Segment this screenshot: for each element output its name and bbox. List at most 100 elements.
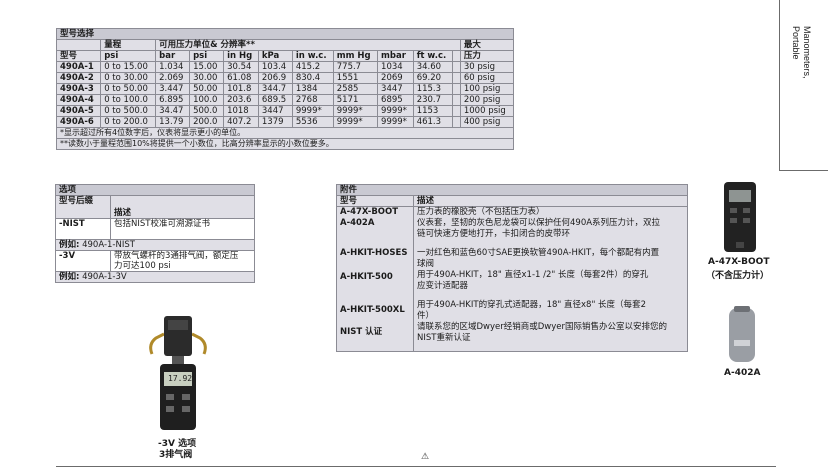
empty-cell [452,105,461,117]
option-desc-nist: 包括NIST校准可溯源证书 [110,218,255,240]
side-tab-line1: Manometers, [802,26,812,79]
case-icon [729,306,755,362]
empty-cell [452,61,461,73]
model-cell: 490A-3 [55,83,102,95]
side-tab-label: Manometers, Portable [790,26,812,79]
boot-image [722,180,758,254]
acc-col-desc: 描述 [413,195,688,207]
value-cell: 400 psig [459,116,515,128]
max-head-1: 最大 [459,39,515,51]
acc-code: NIST 认证 [340,327,383,337]
option-desc-3v-line2: 力可达100 psi [114,261,171,271]
accessories-table-wrapper: 附件 型号 描述 A-47X-BOOT A-402A A-HKIT-HOSES … [336,184,688,352]
value-cell: 50.00 [189,83,225,95]
unit-head: kPa [257,50,293,62]
value-cell: 203.6 [223,94,259,106]
value-cell: 30.00 [189,72,225,84]
range-row: 490A-5 0 to 500.0 34.47 500.0 1018 3447 9999* 9… [55,105,515,117]
units-head: 可用压力单位& 分辨率** [155,39,453,51]
acc-desc-line: 应变计适配器 [417,281,469,291]
model-cell: 490A-5 [55,105,102,117]
model-head: 型号 [55,50,102,62]
range-row: 490A-4 0 to 100.0 6.895 100.0 203.6 689.5 2768… [55,94,515,106]
range-table-wrapper: 型号选择 量程 可用压力单位& 分辨率** 最大 型号 psi bar psi … [55,28,515,150]
boot-icon [724,182,756,252]
value-cell: 6895 [377,94,414,106]
value-cell: 2.069 [155,72,191,84]
valve-caption-2: 3排气阀 [159,450,193,460]
value-cell: 5536 [291,116,334,128]
warning-icon: ⚠ [421,452,430,462]
unit-head: mbar [377,50,414,62]
boot-caption-1: A-47X-BOOT [708,257,770,267]
value-cell: 200 psig [459,94,515,106]
value-cell: 101.8 [223,83,259,95]
value-cell: 69.20 [412,72,454,84]
acc-desc-line: 请联系您的区域Dwyer经销商或Dwyer国际销售办公室以安排您的 [417,322,668,332]
accessories-title: 附件 [336,184,688,196]
max-head-2: 压力 [459,50,515,62]
value-cell: 1153 [412,105,454,117]
example-value: 490A-1-3V [82,272,127,282]
acc-code: A-HKIT-500 [340,272,393,282]
value-cell: 30.54 [223,61,259,73]
empty-cell [452,83,461,95]
unit-head: psi [189,50,225,62]
value-cell: 1018 [223,105,259,117]
value-cell: 344.7 [257,83,293,95]
unit-head: bar [155,50,191,62]
manometer-valve-icon [149,316,207,430]
value-cell: 1379 [257,116,293,128]
range-table: 型号选择 量程 可用压力单位& 分辨率** 最大 型号 psi bar psi … [55,28,515,150]
value-cell: 3.447 [155,83,191,95]
value-cell: 9999* [377,116,414,128]
value-cell: 9999* [291,105,334,117]
display-reading: 17.92 [168,374,193,383]
value-cell: 103.4 [257,61,293,73]
value-cell: 15.00 [189,61,225,73]
value-cell: 0 to 50.00 [100,83,157,95]
value-cell: 3447 [257,105,293,117]
empty-cell [452,94,461,106]
range-row: 490A-6 0 to 200.0 13.79 200.0 407.2 1379 5536 9… [55,116,515,128]
acc-desc-line: 用于490A-HKIT，18" 直径x1-1 /2" 长度（每套2件）的穿孔 [417,270,649,280]
range-row: 490A-3 0 to 50.00 3.447 50.00 101.8 344.7 1384… [55,83,515,95]
model-cell: 490A-6 [55,116,102,128]
unit-head: psi [100,50,157,62]
unit-head: mm Hg [332,50,379,62]
side-tab-line2: Portable [791,26,801,60]
acc-codes-cell: A-47X-BOOT A-402A A-HKIT-HOSES A-HKIT-50… [336,206,414,352]
value-cell: 200.0 [189,116,225,128]
unit-head-empty [452,50,461,62]
value-cell: 2768 [291,94,334,106]
value-cell: 2069 [377,72,414,84]
manometer-valve-image [146,314,210,432]
option-desc-3v-line1: 带放气螺杆的3通排气阀，额定压 [114,251,239,261]
model-cell: 490A-2 [55,72,102,84]
options-table-wrapper: 选项 型号后缀 描述 -NIST 包括NIST校准可溯源证书 例如: 490A-… [55,184,255,283]
value-cell: 60 psig [459,72,515,84]
option-code-nist: -NIST [55,218,111,240]
example-label: 例如: [59,240,80,250]
value-cell: 100.0 [189,94,225,106]
model-cell: 490A-1 [55,61,102,73]
value-cell: 689.5 [257,94,293,106]
value-cell: 1.034 [155,61,191,73]
acc-desc-cell: 压力表的橡胶壳（不包括压力表） 仪表套，坚韧的灰色尼龙袋可以保护任何490A系列… [413,206,688,352]
value-cell: 30 psig [459,61,515,73]
value-cell: 230.7 [412,94,454,106]
empty-cell [452,116,461,128]
acc-code: A-HKIT-HOSES [340,248,408,258]
value-cell: 13.79 [155,116,191,128]
acc-col-model: 型号 [336,195,414,207]
value-cell: 407.2 [223,116,259,128]
range-head: 量程 [100,39,157,51]
acc-desc-line: 压力表的橡胶壳（不包括压力表） [417,207,545,217]
acc-desc-line: NIST重新认证 [417,333,471,343]
acc-desc-line: 一对红色和蓝色60寸SAE更换软管490A-HKIT，每个都配有内置 [417,248,660,258]
value-cell: 1034 [377,61,414,73]
range-row: 490A-2 0 to 30.00 2.069 30.00 61.08 206.9 830.… [55,72,515,84]
value-cell: 2585 [332,83,379,95]
value-cell: 6.895 [155,94,191,106]
empty-cell [452,72,461,84]
